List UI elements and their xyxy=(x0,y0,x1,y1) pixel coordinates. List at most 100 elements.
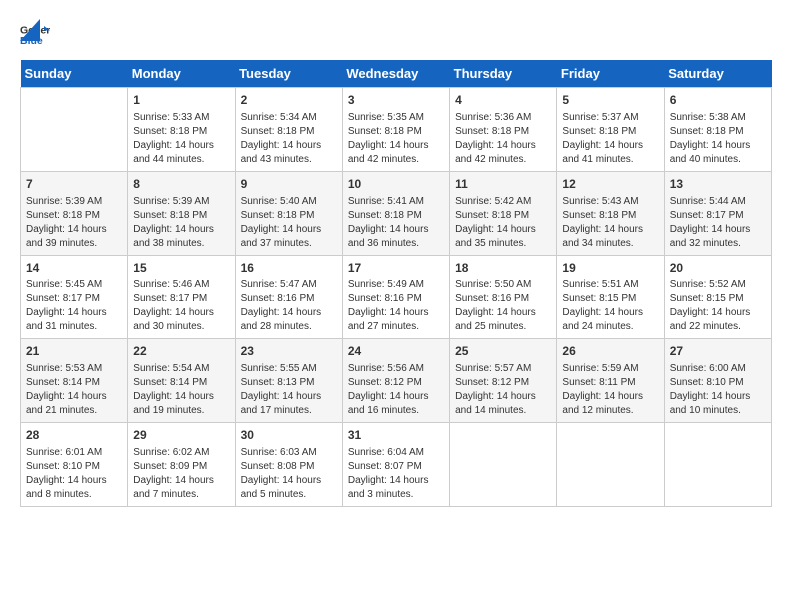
day-info: Sunrise: 5:51 AM Sunset: 8:15 PM Dayligh… xyxy=(562,278,658,334)
header-wednesday: Wednesday xyxy=(342,60,449,88)
day-number: 2 xyxy=(241,92,337,109)
calendar-cell: 21 Sunrise: 5:53 AM Sunset: 8:14 PM Dayli… xyxy=(21,339,128,423)
day-info: Sunrise: 5:37 AM Sunset: 8:18 PM Dayligh… xyxy=(562,111,658,167)
calendar-cell: 3Sunrise: 5:35 AM Sunset: 8:18 PM Daylig… xyxy=(342,88,449,172)
calendar-cell: 5 Sunrise: 5:37 AM Sunset: 8:18 PM Daylig… xyxy=(557,88,664,172)
calendar-cell: 19Sunrise: 5:51 AM Sunset: 8:15 PM Dayli… xyxy=(557,255,664,339)
week-row-1: 1 Sunrise: 5:33 AM Sunset: 8:18 PM Daylig… xyxy=(21,88,772,172)
calendar-cell: 22 Sunrise: 5:54 AM Sunset: 8:14 PM Dayli… xyxy=(128,339,235,423)
header-tuesday: Tuesday xyxy=(235,60,342,88)
day-number: 25 xyxy=(455,343,551,360)
calendar-table: SundayMondayTuesdayWednesdayThursdayFrid… xyxy=(20,60,772,507)
day-info: Sunrise: 5:54 AM Sunset: 8:14 PM Dayligh… xyxy=(133,362,229,418)
calendar-cell: 1 Sunrise: 5:33 AM Sunset: 8:18 PM Daylig… xyxy=(128,88,235,172)
calendar-cell: 10Sunrise: 5:41 AM Sunset: 8:18 PM Dayli… xyxy=(342,171,449,255)
logo: General Blue xyxy=(20,20,40,50)
calendar-cell xyxy=(450,423,557,507)
day-number: 7 xyxy=(26,176,122,193)
calendar-cell: 18Sunrise: 5:50 AM Sunset: 8:16 PM Dayli… xyxy=(450,255,557,339)
day-info: Sunrise: 6:01 AM Sunset: 8:10 PM Dayligh… xyxy=(26,446,122,502)
day-info: Sunrise: 5:47 AM Sunset: 8:16 PM Dayligh… xyxy=(241,278,337,334)
day-number: 10 xyxy=(348,176,444,193)
day-info: Sunrise: 5:46 AM Sunset: 8:17 PM Dayligh… xyxy=(133,278,229,334)
day-number: 30 xyxy=(241,427,337,444)
day-info: Sunrise: 5:57 AM Sunset: 8:12 PM Dayligh… xyxy=(455,362,551,418)
day-info: Sunrise: 5:42 AM Sunset: 8:18 PM Dayligh… xyxy=(455,195,551,251)
day-number: 18 xyxy=(455,260,551,277)
calendar-cell: 16Sunrise: 5:47 AM Sunset: 8:16 PM Dayli… xyxy=(235,255,342,339)
calendar-cell xyxy=(21,88,128,172)
day-info: Sunrise: 5:35 AM Sunset: 8:18 PM Dayligh… xyxy=(348,111,444,167)
day-number: 17 xyxy=(348,260,444,277)
calendar-cell: 30 Sunrise: 6:03 AM Sunset: 8:08 PM Dayli… xyxy=(235,423,342,507)
day-number: 15 xyxy=(133,260,229,277)
day-info: Sunrise: 5:49 AM Sunset: 8:16 PM Dayligh… xyxy=(348,278,444,334)
calendar-cell: 17Sunrise: 5:49 AM Sunset: 8:16 PM Dayli… xyxy=(342,255,449,339)
day-number: 9 xyxy=(241,176,337,193)
day-info: Sunrise: 6:03 AM Sunset: 8:08 PM Dayligh… xyxy=(241,446,337,502)
day-info: Sunrise: 5:55 AM Sunset: 8:13 PM Dayligh… xyxy=(241,362,337,418)
calendar-cell: 29 Sunrise: 6:02 AM Sunset: 8:09 PM Dayli… xyxy=(128,423,235,507)
calendar-cell: 14Sunrise: 5:45 AM Sunset: 8:17 PM Dayli… xyxy=(21,255,128,339)
day-info: Sunrise: 5:44 AM Sunset: 8:17 PM Dayligh… xyxy=(670,195,766,251)
day-number: 26 xyxy=(562,343,658,360)
calendar-cell xyxy=(557,423,664,507)
day-info: Sunrise: 6:00 AM Sunset: 8:10 PM Dayligh… xyxy=(670,362,766,418)
day-info: Sunrise: 6:02 AM Sunset: 8:09 PM Dayligh… xyxy=(133,446,229,502)
day-number: 24 xyxy=(348,343,444,360)
calendar-cell: 25 Sunrise: 5:57 AM Sunset: 8:12 PM Dayli… xyxy=(450,339,557,423)
calendar-cell: 27 Sunrise: 6:00 AM Sunset: 8:10 PM Dayli… xyxy=(664,339,771,423)
day-info: Sunrise: 5:53 AM Sunset: 8:14 PM Dayligh… xyxy=(26,362,122,418)
header-thursday: Thursday xyxy=(450,60,557,88)
calendar-header-row: SundayMondayTuesdayWednesdayThursdayFrid… xyxy=(21,60,772,88)
day-number: 16 xyxy=(241,260,337,277)
day-info: Sunrise: 5:43 AM Sunset: 8:18 PM Dayligh… xyxy=(562,195,658,251)
day-info: Sunrise: 5:52 AM Sunset: 8:15 PM Dayligh… xyxy=(670,278,766,334)
page-header: General Blue xyxy=(20,20,772,50)
day-number: 19 xyxy=(562,260,658,277)
day-number: 6 xyxy=(670,92,766,109)
calendar-cell: 28Sunrise: 6:01 AM Sunset: 8:10 PM Dayli… xyxy=(21,423,128,507)
calendar-cell: 4Sunrise: 5:36 AM Sunset: 8:18 PM Daylig… xyxy=(450,88,557,172)
day-number: 29 xyxy=(133,427,229,444)
day-number: 11 xyxy=(455,176,551,193)
calendar-cell: 15Sunrise: 5:46 AM Sunset: 8:17 PM Dayli… xyxy=(128,255,235,339)
day-info: Sunrise: 5:39 AM Sunset: 8:18 PM Dayligh… xyxy=(133,195,229,251)
logo-triangle-icon xyxy=(20,19,40,41)
day-number: 8 xyxy=(133,176,229,193)
day-info: Sunrise: 5:34 AM Sunset: 8:18 PM Dayligh… xyxy=(241,111,337,167)
week-row-5: 28Sunrise: 6:01 AM Sunset: 8:10 PM Dayli… xyxy=(21,423,772,507)
day-number: 22 xyxy=(133,343,229,360)
calendar-cell: 7 Sunrise: 5:39 AM Sunset: 8:18 PM Daylig… xyxy=(21,171,128,255)
header-friday: Friday xyxy=(557,60,664,88)
week-row-4: 21 Sunrise: 5:53 AM Sunset: 8:14 PM Dayli… xyxy=(21,339,772,423)
day-info: Sunrise: 5:50 AM Sunset: 8:16 PM Dayligh… xyxy=(455,278,551,334)
calendar-cell: 6 Sunrise: 5:38 AM Sunset: 8:18 PM Daylig… xyxy=(664,88,771,172)
calendar-cell: 9 Sunrise: 5:40 AM Sunset: 8:18 PM Daylig… xyxy=(235,171,342,255)
day-number: 5 xyxy=(562,92,658,109)
week-row-3: 14Sunrise: 5:45 AM Sunset: 8:17 PM Dayli… xyxy=(21,255,772,339)
day-info: Sunrise: 5:56 AM Sunset: 8:12 PM Dayligh… xyxy=(348,362,444,418)
day-number: 21 xyxy=(26,343,122,360)
calendar-cell: 24 Sunrise: 5:56 AM Sunset: 8:12 PM Dayli… xyxy=(342,339,449,423)
header-sunday: Sunday xyxy=(21,60,128,88)
calendar-cell: 2 Sunrise: 5:34 AM Sunset: 8:18 PM Daylig… xyxy=(235,88,342,172)
calendar-cell: 20Sunrise: 5:52 AM Sunset: 8:15 PM Dayli… xyxy=(664,255,771,339)
calendar-cell: 13 Sunrise: 5:44 AM Sunset: 8:17 PM Dayli… xyxy=(664,171,771,255)
day-info: Sunrise: 5:36 AM Sunset: 8:18 PM Dayligh… xyxy=(455,111,551,167)
day-number: 27 xyxy=(670,343,766,360)
week-row-2: 7 Sunrise: 5:39 AM Sunset: 8:18 PM Daylig… xyxy=(21,171,772,255)
calendar-cell: 23Sunrise: 5:55 AM Sunset: 8:13 PM Dayli… xyxy=(235,339,342,423)
header-monday: Monday xyxy=(128,60,235,88)
calendar-cell: 12 Sunrise: 5:43 AM Sunset: 8:18 PM Dayli… xyxy=(557,171,664,255)
day-number: 13 xyxy=(670,176,766,193)
day-info: Sunrise: 5:45 AM Sunset: 8:17 PM Dayligh… xyxy=(26,278,122,334)
day-info: Sunrise: 5:38 AM Sunset: 8:18 PM Dayligh… xyxy=(670,111,766,167)
calendar-cell: 8 Sunrise: 5:39 AM Sunset: 8:18 PM Daylig… xyxy=(128,171,235,255)
calendar-cell: 11 Sunrise: 5:42 AM Sunset: 8:18 PM Dayli… xyxy=(450,171,557,255)
day-number: 12 xyxy=(562,176,658,193)
day-info: Sunrise: 5:39 AM Sunset: 8:18 PM Dayligh… xyxy=(26,195,122,251)
day-number: 1 xyxy=(133,92,229,109)
day-info: Sunrise: 5:33 AM Sunset: 8:18 PM Dayligh… xyxy=(133,111,229,167)
day-info: Sunrise: 5:40 AM Sunset: 8:18 PM Dayligh… xyxy=(241,195,337,251)
